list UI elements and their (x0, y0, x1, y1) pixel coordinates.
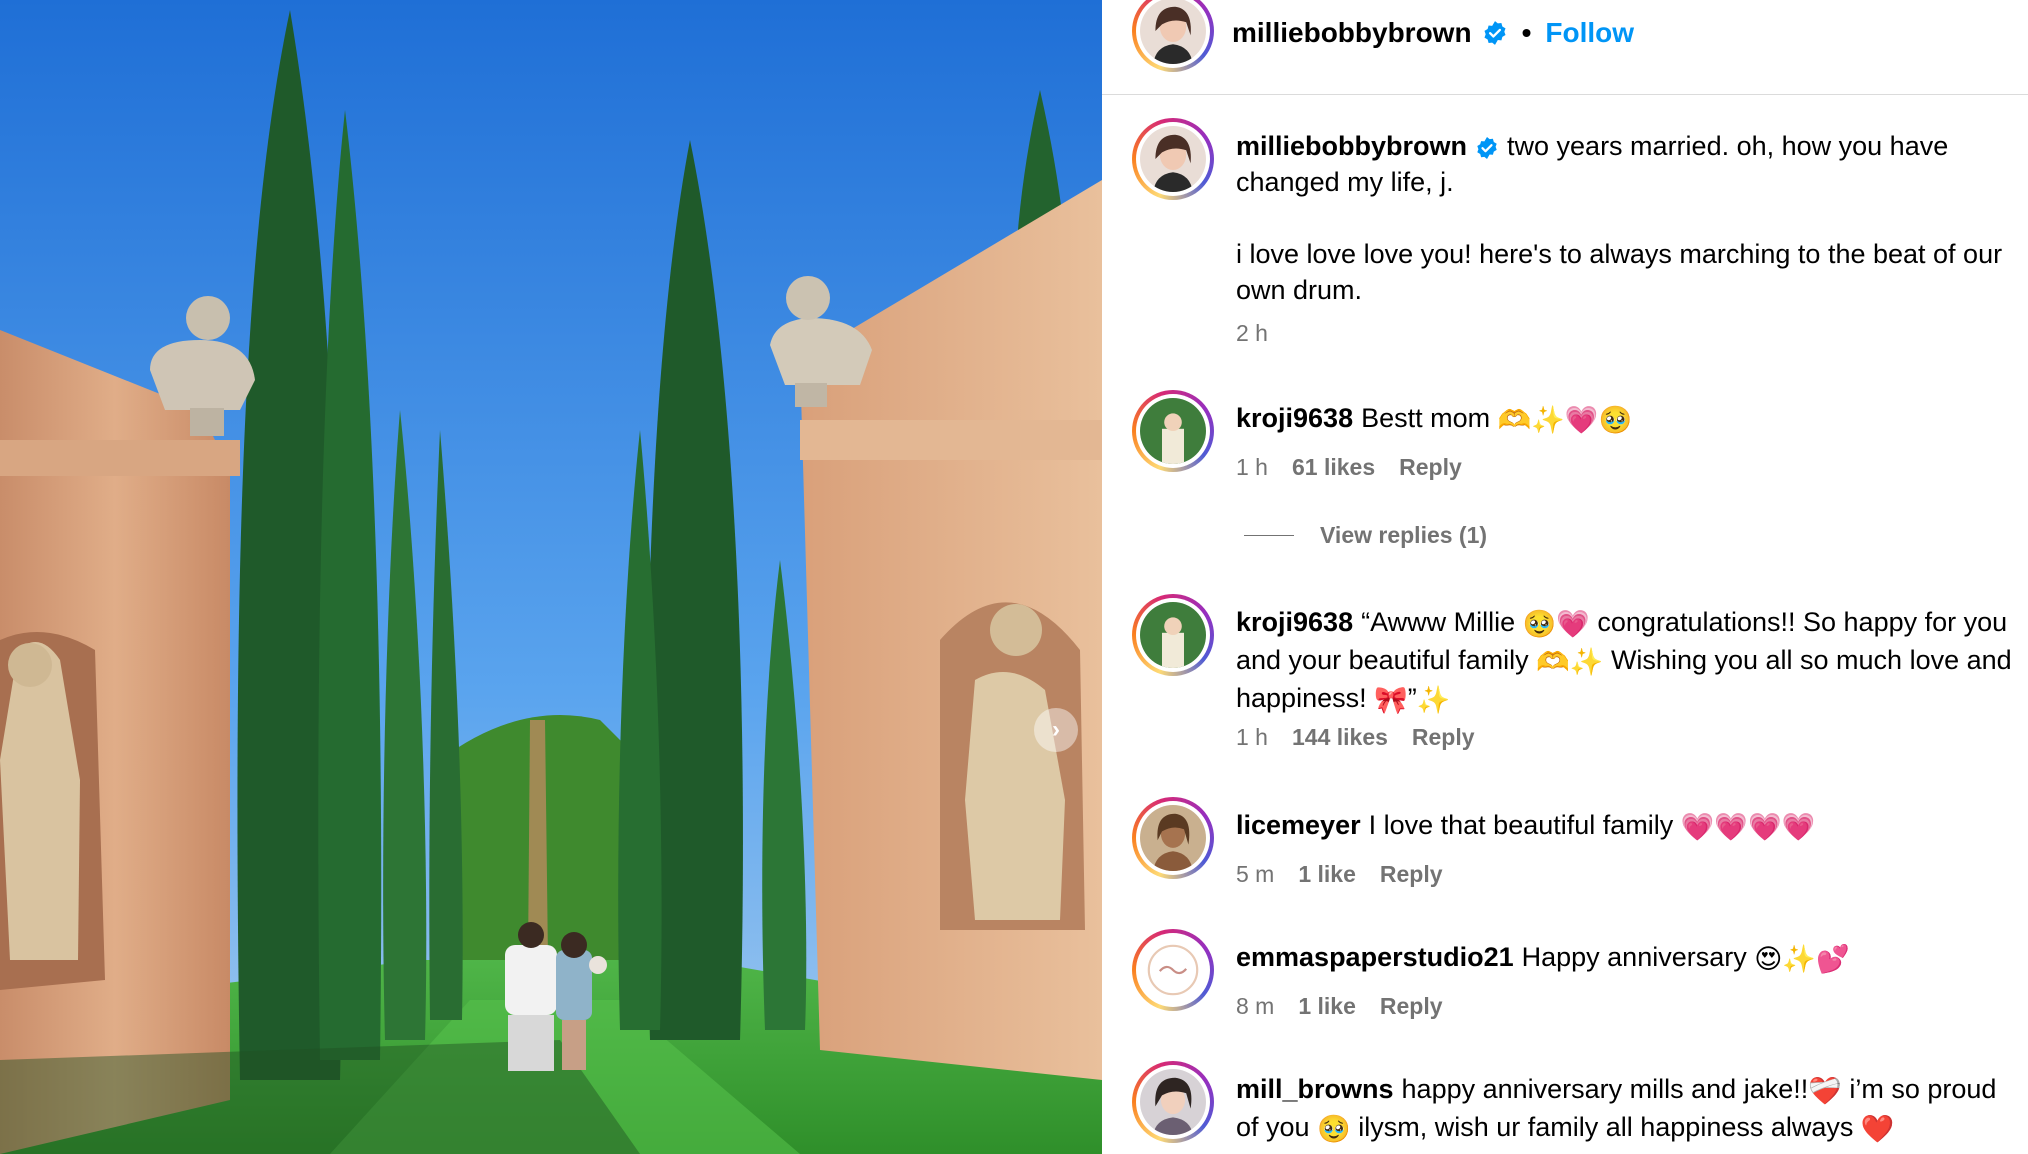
avatar-photo-icon (1140, 398, 1206, 464)
comment-body-part-1: happy anniversary mills and jake!! (1401, 1074, 1809, 1104)
reply-button[interactable]: Reply (1412, 724, 1475, 751)
comment-username[interactable]: emmaspaperstudio21 (1236, 942, 1514, 972)
comments-panel: milliebobbybrown • Follow milliebobbybro… (1102, 0, 2028, 1154)
comment-text: emmaspaperstudio21 Happy anniversary 😍✨💕 (1236, 939, 2016, 977)
two-hearts-icon: 💕 (1816, 943, 1850, 974)
comment-likes[interactable]: 1 like (1298, 993, 1356, 1020)
comment-body: Bestt mom (1361, 403, 1491, 433)
author-username[interactable]: milliebobbybrown (1232, 17, 1472, 49)
reply-button[interactable]: Reply (1380, 993, 1443, 1020)
post-header: milliebobbybrown • Follow (1102, 0, 2028, 95)
comment-username[interactable]: mill_browns (1236, 1074, 1394, 1104)
pink-heart-icon: 💗💗💗💗 (1680, 811, 1816, 842)
pleading-face-icon: 🥹 (1317, 1113, 1351, 1144)
caption-avatar[interactable] (1132, 118, 1214, 200)
post-header-row: milliebobbybrown • Follow (1232, 15, 1634, 51)
pink-heart-icon: 💗 (1556, 608, 1590, 639)
view-replies-button[interactable]: View replies (1) (1244, 522, 1487, 549)
logo-avatar-icon (1140, 937, 1206, 1003)
ribbon-icon: 🎀 (1374, 684, 1408, 715)
comment-text: licemeyer I love that beautiful family 💗💗… (1236, 807, 2016, 845)
sparkles-icon: ✨ (1531, 404, 1565, 435)
hand-heart-icon: 🫶 (1497, 404, 1532, 435)
reply-button[interactable]: Reply (1380, 861, 1443, 888)
avatar-photo-icon (1140, 805, 1206, 871)
sparkles-icon: ✨ (1416, 684, 1451, 715)
comment-meta: 1 h 61 likes Reply (1236, 454, 1462, 481)
comment-text: kroji9638 Bestt mom 🫶✨💗🥹 (1236, 400, 2016, 438)
comment-likes[interactable]: 1 like (1298, 861, 1356, 888)
commenter-avatar[interactable] (1132, 594, 1214, 676)
avatar-photo-icon (1140, 602, 1206, 668)
avatar-photo-icon (1140, 0, 1206, 64)
comment-body: Happy anniversary (1521, 942, 1747, 972)
comment-meta: 1 h 144 likes Reply (1236, 724, 1475, 751)
comment-body-part-4: ” (1407, 682, 1417, 713)
caption-time[interactable]: 2 h (1236, 320, 1268, 347)
commenter-avatar[interactable] (1132, 929, 1214, 1011)
avatar-photo-icon (1140, 1069, 1206, 1135)
comment-meta: 8 m 1 like Reply (1236, 993, 1443, 1020)
caption-username[interactable]: milliebobbybrown (1236, 131, 1467, 161)
mending-heart-icon: ❤️‍🩹 (1808, 1075, 1842, 1106)
comment-time[interactable]: 1 h (1236, 724, 1268, 751)
heart-eyes-icon: 😍 (1754, 943, 1783, 974)
caption-meta: 2 h (1236, 320, 1268, 347)
caption-line-2: i love love love you! here's to always m… (1236, 239, 2003, 305)
comment-time[interactable]: 5 m (1236, 861, 1274, 888)
comment-username[interactable]: licemeyer (1236, 810, 1361, 840)
view-replies-label: View replies (1) (1320, 522, 1488, 548)
comment-text: kroji9638 “Awww Millie 🥹💗 congratulations… (1236, 604, 2016, 718)
pink-heart-icon: 💗 (1564, 404, 1599, 435)
header-separator: • (1521, 17, 1532, 48)
comment-time[interactable]: 8 m (1236, 993, 1274, 1020)
post-photo[interactable]: › (0, 0, 1102, 1154)
author-avatar[interactable] (1132, 0, 1214, 72)
commenter-avatar[interactable] (1132, 797, 1214, 879)
comment-username[interactable]: kroji9638 (1236, 607, 1353, 637)
comment-likes[interactable]: 144 likes (1292, 724, 1388, 751)
comment-body: I love that beautiful family (1368, 810, 1674, 840)
sparkles-icon: ✨ (1569, 646, 1604, 677)
garden-photo-illustration (0, 0, 1102, 1154)
commenter-avatar[interactable] (1132, 1061, 1214, 1143)
commenter-avatar[interactable] (1132, 390, 1214, 472)
comment-meta: 5 m 1 like Reply (1236, 861, 1443, 888)
pleading-face-icon: 🥹 (1522, 608, 1557, 639)
carousel-next-button[interactable]: › (1034, 708, 1078, 752)
comment-body-part-3: ilysm, wish ur family all happiness alwa… (1358, 1111, 1854, 1142)
red-heart-icon: ❤️ (1860, 1113, 1895, 1144)
avatar-photo-icon (1140, 126, 1206, 192)
follow-button[interactable]: Follow (1545, 17, 1634, 49)
comment-likes[interactable]: 61 likes (1292, 454, 1375, 481)
reply-button[interactable]: Reply (1399, 454, 1462, 481)
comment-text: mill_browns happy anniversary mills and j… (1236, 1071, 2016, 1147)
caption-text: milliebobbybrown two years married. oh, h… (1236, 128, 2016, 308)
view-replies-line (1244, 535, 1294, 536)
verified-badge-icon (1477, 136, 1497, 159)
hand-heart-icon: 🫶 (1536, 646, 1570, 677)
sparkles-icon: ✨ (1782, 943, 1817, 974)
verified-badge-icon (1484, 21, 1506, 45)
comment-body-part-1: “Awww Millie (1361, 607, 1516, 637)
comment-username[interactable]: kroji9638 (1236, 403, 1353, 433)
pleading-face-icon: 🥹 (1598, 404, 1633, 435)
comment-time[interactable]: 1 h (1236, 454, 1268, 481)
